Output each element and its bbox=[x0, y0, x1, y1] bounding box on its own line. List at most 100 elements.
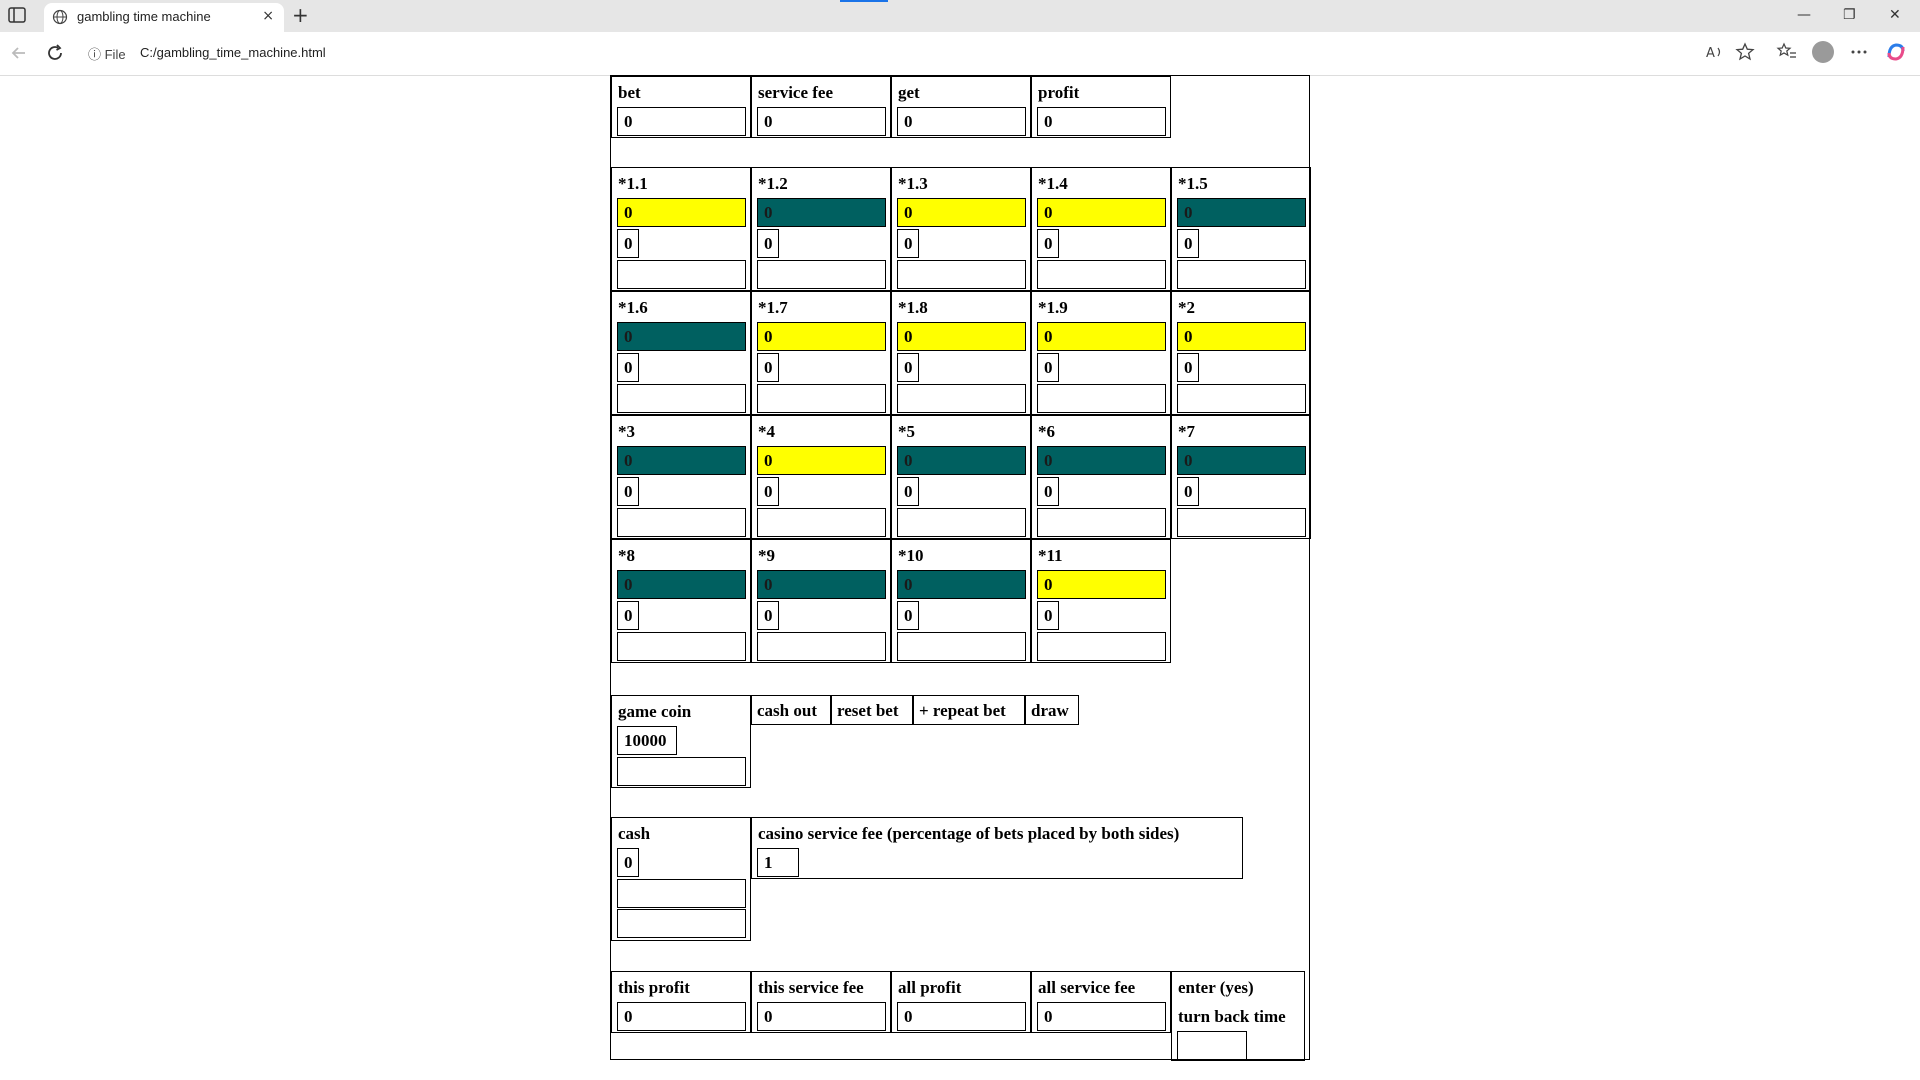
multiplier-bet[interactable]: 0 bbox=[1037, 229, 1059, 258]
profile-avatar[interactable] bbox=[1812, 41, 1834, 63]
multiplier-value[interactable]: 0 bbox=[1037, 446, 1166, 475]
multiplier-bet[interactable]: 0 bbox=[897, 601, 919, 630]
summary-value[interactable]: 0 bbox=[757, 107, 886, 136]
draw-button[interactable]: draw bbox=[1025, 695, 1079, 725]
window-close-icon[interactable]: ✕ bbox=[1889, 7, 1901, 23]
multiplier-value[interactable]: 0 bbox=[617, 446, 746, 475]
multiplier-value[interactable]: 0 bbox=[617, 570, 746, 599]
multiplier-bet[interactable]: 0 bbox=[897, 477, 919, 506]
summary-value[interactable]: 0 bbox=[1037, 107, 1166, 136]
multiplier-bet[interactable]: 0 bbox=[1037, 353, 1059, 382]
multiplier-label: *1.5 bbox=[1178, 174, 1208, 193]
multiplier-value[interactable]: 0 bbox=[617, 322, 746, 351]
multiplier-input[interactable] bbox=[617, 384, 746, 413]
multiplier-input[interactable] bbox=[617, 260, 746, 289]
address-bar[interactable]: ⓘ File C:/gambling_time_machine.html bbox=[82, 38, 1602, 68]
close-tab-icon[interactable]: × bbox=[262, 8, 274, 24]
multiplier-bet[interactable]: 0 bbox=[1177, 477, 1199, 506]
multiplier-value[interactable]: 0 bbox=[757, 322, 886, 351]
multiplier-input[interactable] bbox=[1037, 384, 1166, 413]
multiplier-bet[interactable]: 0 bbox=[617, 229, 639, 258]
game-coin-value[interactable]: 10000 bbox=[617, 726, 677, 755]
multiplier-bet[interactable]: 0 bbox=[1037, 477, 1059, 506]
multiplier-input[interactable] bbox=[1037, 260, 1166, 289]
back-icon[interactable] bbox=[8, 42, 30, 64]
multiplier-bet[interactable]: 0 bbox=[897, 353, 919, 382]
multiplier-bet[interactable]: 0 bbox=[757, 477, 779, 506]
multiplier-value[interactable]: 0 bbox=[757, 446, 886, 475]
read-aloud-icon[interactable]: A bbox=[1703, 41, 1725, 63]
repeat-bet-button[interactable]: + repeat bet bbox=[913, 695, 1025, 725]
multiplier-bet[interactable]: 0 bbox=[1177, 353, 1199, 382]
multiplier-bet[interactable]: 0 bbox=[897, 229, 919, 258]
multiplier-input[interactable] bbox=[897, 508, 1026, 537]
page-content: bet 0 service fee 0 get 0 profit 0 *1.1 0 0 *1.2 0 0… bbox=[0, 75, 1920, 1075]
cash-out-button[interactable]: cash out bbox=[751, 695, 831, 725]
multiplier-bet[interactable]: 0 bbox=[1177, 229, 1199, 258]
multiplier-input[interactable] bbox=[897, 384, 1026, 413]
multiplier-input[interactable] bbox=[757, 632, 886, 661]
multiplier-bet[interactable]: 0 bbox=[757, 229, 779, 258]
tab-actions-icon[interactable] bbox=[8, 7, 26, 23]
more-options-icon[interactable] bbox=[1848, 41, 1870, 63]
multiplier-bet[interactable]: 0 bbox=[617, 601, 639, 630]
casino-fee-input[interactable]: 1 bbox=[757, 848, 799, 877]
multiplier-value[interactable]: 0 bbox=[757, 570, 886, 599]
stat-value[interactable]: 0 bbox=[1037, 1002, 1166, 1031]
minimize-icon[interactable]: — bbox=[1797, 7, 1811, 23]
url-text[interactable]: C:/gambling_time_machine.html bbox=[140, 45, 326, 60]
restore-icon[interactable]: ❐ bbox=[1843, 7, 1856, 23]
multiplier-bet[interactable]: 0 bbox=[617, 353, 639, 382]
multiplier-value[interactable]: 0 bbox=[897, 322, 1026, 351]
multiplier-value[interactable]: 0 bbox=[897, 570, 1026, 599]
multiplier-value[interactable]: 0 bbox=[1177, 446, 1306, 475]
stat-value[interactable]: 0 bbox=[757, 1002, 886, 1031]
multiplier-bet[interactable]: 0 bbox=[757, 601, 779, 630]
multiplier-input[interactable] bbox=[1177, 508, 1306, 537]
game-coin-input[interactable] bbox=[617, 757, 746, 786]
multiplier-value[interactable]: 0 bbox=[1037, 570, 1166, 599]
cash-value[interactable]: 0 bbox=[617, 848, 639, 877]
favorite-star-icon[interactable] bbox=[1734, 41, 1756, 63]
browser-tab[interactable]: gambling time machine × bbox=[44, 3, 284, 32]
stat-value[interactable]: 0 bbox=[617, 1002, 746, 1031]
favorites-icon[interactable] bbox=[1776, 41, 1798, 63]
stat-cell: this profit 0 bbox=[611, 971, 751, 1033]
multiplier-bet[interactable]: 0 bbox=[757, 353, 779, 382]
multiplier-value[interactable]: 0 bbox=[757, 198, 886, 227]
multiplier-value[interactable]: 0 bbox=[897, 198, 1026, 227]
refresh-icon[interactable] bbox=[44, 42, 66, 64]
stat-value[interactable]: 0 bbox=[897, 1002, 1026, 1031]
multiplier-input[interactable] bbox=[757, 384, 886, 413]
multiplier-value[interactable]: 0 bbox=[1177, 322, 1306, 351]
multiplier-input[interactable] bbox=[897, 632, 1026, 661]
copilot-icon[interactable] bbox=[1885, 41, 1907, 63]
multiplier-value[interactable]: 0 bbox=[897, 446, 1026, 475]
multiplier-input[interactable] bbox=[1177, 260, 1306, 289]
multiplier-input[interactable] bbox=[1037, 632, 1166, 661]
multiplier-value[interactable]: 0 bbox=[1037, 198, 1166, 227]
reset-bet-button[interactable]: reset bet bbox=[831, 695, 913, 725]
new-tab-icon[interactable]: + bbox=[292, 3, 309, 27]
multiplier-value[interactable]: 0 bbox=[617, 198, 746, 227]
cash-input-1[interactable] bbox=[617, 879, 746, 908]
cash-input-2[interactable] bbox=[617, 909, 746, 938]
multiplier-input[interactable] bbox=[897, 260, 1026, 289]
multiplier-value[interactable]: 0 bbox=[1037, 322, 1166, 351]
summary-value[interactable]: 0 bbox=[897, 107, 1026, 136]
site-info[interactable]: ⓘ File bbox=[88, 44, 126, 63]
loading-indicator bbox=[840, 0, 888, 2]
multiplier-value[interactable]: 0 bbox=[1177, 198, 1306, 227]
multiplier-input[interactable] bbox=[617, 508, 746, 537]
multiplier-input[interactable] bbox=[1177, 384, 1306, 413]
multiplier-bet[interactable]: 0 bbox=[617, 477, 639, 506]
multiplier-bet[interactable]: 0 bbox=[1037, 601, 1059, 630]
multiplier-input[interactable] bbox=[757, 260, 886, 289]
multiplier-input[interactable] bbox=[757, 508, 886, 537]
summary-label: get bbox=[898, 83, 920, 102]
summary-value[interactable]: 0 bbox=[617, 107, 746, 136]
multiplier-input[interactable] bbox=[1037, 508, 1166, 537]
multiplier-input[interactable] bbox=[617, 632, 746, 661]
turn-back-time-input[interactable] bbox=[1177, 1031, 1247, 1060]
multiplier-cell: *1.9 0 0 bbox=[1031, 291, 1171, 415]
